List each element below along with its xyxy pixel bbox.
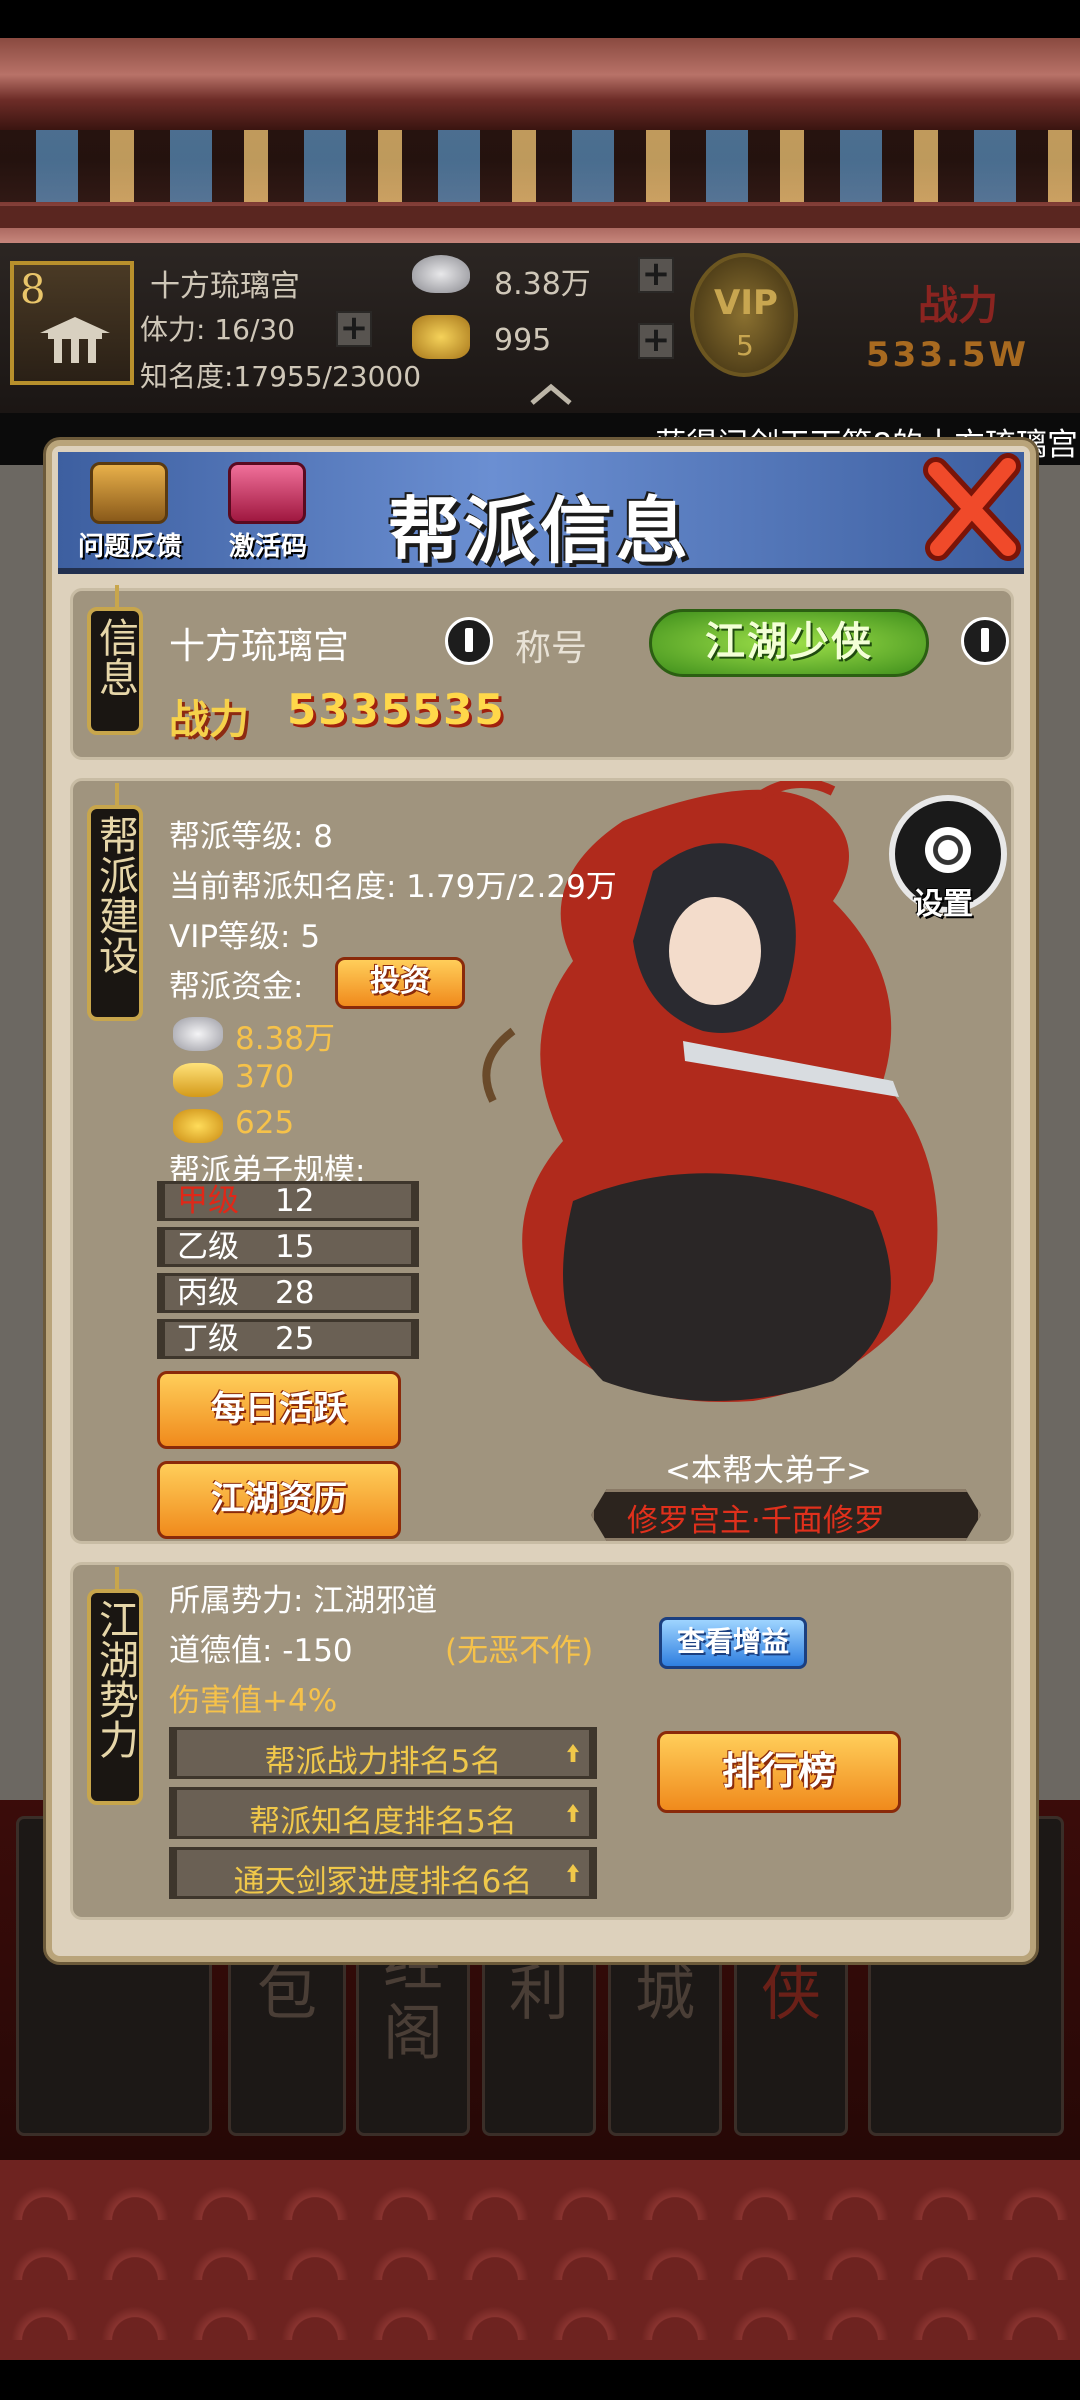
tier-row: 甲级 12 [157, 1181, 419, 1221]
activation-code-label: 激活码 [228, 532, 307, 562]
modal-title: 帮派信息 [388, 489, 693, 573]
sect-level-badge: 8 [20, 267, 46, 313]
view-buff-button[interactable]: 查看增益 [659, 1617, 807, 1669]
tier-row: 乙级 15 [157, 1227, 419, 1267]
vip-badge[interactable]: VIP 5 [690, 253, 798, 377]
silver-ingot-icon [173, 1017, 223, 1051]
palace-roof-scenery [0, 38, 1080, 243]
feedback-button[interactable]: 问题反馈 [70, 460, 190, 570]
rank-text: 帮派知名度排名5名 [249, 1804, 517, 1840]
damage-bonus: 伤害值+4% [169, 1683, 338, 1719]
rank-row: 帮派战力排名5名 [169, 1727, 597, 1780]
disciple-caption: <本帮大弟子> [665, 1453, 872, 1489]
title-label: 称号 [515, 628, 588, 669]
top-power-value: 533.5W [866, 335, 1030, 375]
funds-gold-bars: 370 [235, 1059, 295, 1095]
jianghu-history-button[interactable]: 江湖资历 [157, 1461, 401, 1539]
morality: 道德值: -150 [169, 1633, 353, 1669]
leaderboard-button[interactable]: 排行榜 [657, 1731, 901, 1813]
power-value: 5335535 [287, 685, 506, 734]
bottom-roof-scenery [0, 2160, 1080, 2360]
funds-label: 帮派资金: [169, 969, 304, 1005]
tier-value: 15 [275, 1229, 315, 1265]
vip-level: 5 [736, 329, 754, 362]
affiliation: 所属势力: 江湖邪道 [169, 1583, 438, 1619]
build-tag: 帮派建设 [87, 783, 143, 1021]
gold-ingot-icon [173, 1109, 223, 1143]
tier-label: 丙级 [177, 1275, 239, 1311]
gold-bar-icon [173, 1063, 223, 1097]
info-card: 信息 十方琉璃宫 称号 江湖少侠 战力 5335535 [70, 585, 1014, 760]
feedback-label: 问题反馈 [77, 532, 182, 562]
hall-icon [40, 317, 110, 363]
add-gold-button[interactable]: + [638, 323, 674, 359]
funds-silver: 8.38万 [235, 1021, 336, 1057]
modal-header: 问题反馈 激活码 帮派信息 [58, 452, 1024, 574]
gift-box-icon [228, 462, 306, 524]
disciple-name: 修罗宫主·千面修罗 [627, 1503, 885, 1539]
silver-ingot-icon [412, 255, 470, 293]
add-silver-button[interactable]: + [638, 257, 674, 293]
top-status-bar: 8 十方琉璃宫 体力: 16/30 + 知名度:17955/23000 8.38… [0, 243, 1080, 413]
settings-label: 设置 [913, 887, 973, 922]
build-card: 帮派建设 设置 帮派等级: 8 当前帮派知名度: 1.79万/2.29万 VIP… [70, 778, 1014, 1544]
tier-value: 25 [275, 1321, 315, 1357]
activation-code-button[interactable]: 激活码 [208, 460, 328, 570]
vip-level-text: VIP等级: 5 [169, 919, 321, 955]
faction-tag: 江湖势力 [87, 1567, 143, 1805]
rank-text: 通天剑冢进度排名6名 [233, 1864, 533, 1900]
status-bar [0, 0, 1080, 38]
info-tag: 信息 [87, 585, 143, 735]
power-label: 战力 [169, 697, 249, 743]
rank-text: 帮派战力排名5名 [264, 1744, 502, 1780]
edit-name-icon[interactable] [445, 617, 493, 665]
tier-row: 丁级 25 [157, 1319, 419, 1359]
tier-label: 甲级 [177, 1183, 239, 1219]
tier-row: 丙级 28 [157, 1273, 419, 1313]
top-sect-name: 十方琉璃宫 [150, 269, 300, 304]
tier-label: 乙级 [177, 1229, 239, 1265]
faction-card: 江湖势力 所属势力: 江湖邪道 道德值: -150 (无恶不作) 查看增益 伤害… [70, 1562, 1014, 1920]
sect-info-modal: 问题反馈 激活码 帮派信息 信息 十方琉璃宫 称号 江湖少侠 战力 533553… [46, 440, 1036, 1962]
nav-gesture-bar [0, 2360, 1080, 2400]
gold-ingot-icon [412, 315, 470, 359]
vip-label: VIP [714, 283, 778, 323]
chevron-up-icon[interactable] [528, 381, 574, 407]
stamina-text: 体力: 16/30 [140, 313, 296, 346]
faction-tag-text: 江湖势力 [92, 1599, 138, 1759]
build-tag-text: 帮派建设 [92, 815, 138, 975]
edit-title-icon[interactable] [961, 617, 1009, 665]
silver-amount: 8.38万 [494, 267, 591, 302]
rank-row: 通天剑冢进度排名6名 [169, 1847, 597, 1900]
gold-amount: 995 [494, 323, 552, 358]
tier-label: 丁级 [177, 1321, 239, 1357]
close-icon[interactable] [916, 452, 1026, 562]
sect-level: 帮派等级: 8 [169, 819, 334, 855]
tier-value: 12 [275, 1183, 315, 1219]
title-badge: 江湖少侠 [649, 609, 929, 677]
sect-fame: 当前帮派知名度: 1.79万/2.29万 [169, 869, 617, 905]
top-power-label: 战力 [918, 283, 998, 329]
add-stamina-button[interactable]: + [336, 311, 372, 347]
fame-text: 知名度:17955/23000 [140, 360, 422, 393]
info-tag-text: 信息 [92, 617, 138, 697]
sect-avatar[interactable]: 8 [10, 261, 134, 385]
treasure-chest-icon [90, 462, 168, 524]
daily-activity-button[interactable]: 每日活跃 [157, 1371, 401, 1449]
tier-value: 28 [275, 1275, 315, 1311]
rank-row: 帮派知名度排名5名 [169, 1787, 597, 1840]
funds-gold-ingots: 625 [235, 1105, 295, 1141]
invest-button[interactable]: 投资 [335, 957, 465, 1009]
morality-note: (无恶不作) [445, 1633, 594, 1669]
sect-name: 十方琉璃宫 [169, 626, 350, 667]
